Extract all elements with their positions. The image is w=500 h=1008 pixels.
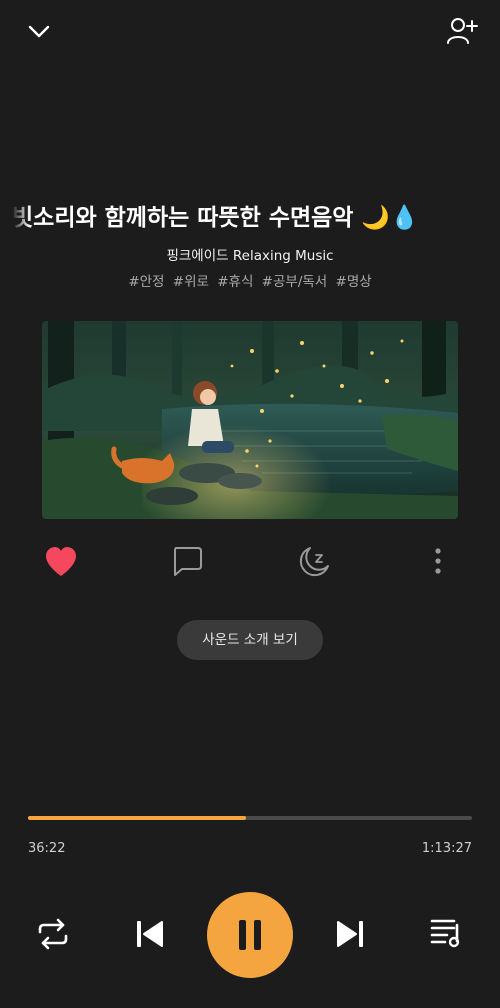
total-duration: 1:13:27 (421, 841, 472, 856)
sound-intro-button[interactable]: 사운드 소개 보기 (177, 620, 323, 660)
playlist-icon (430, 919, 460, 948)
comment-icon (174, 547, 202, 576)
chevron-down-icon (28, 25, 50, 38)
tag[interactable]: #공부/독서 (262, 274, 328, 290)
like-button[interactable] (44, 546, 78, 578)
more-button[interactable] (428, 546, 448, 578)
track-title-text: 빗소리와 함께하는 따뜻한 수면음악 🌙💧 (12, 205, 419, 231)
album-art (42, 321, 458, 519)
pause-button[interactable] (207, 892, 293, 978)
tag[interactable]: #위로 (173, 274, 209, 290)
comment-button[interactable] (170, 544, 204, 578)
tag[interactable]: #휴식 (217, 274, 253, 290)
playlist-button[interactable] (430, 917, 464, 949)
add-user-button[interactable] (446, 16, 478, 46)
skip-previous-icon (137, 921, 163, 947)
skip-next-icon (337, 921, 363, 947)
repeat-button[interactable] (36, 918, 70, 950)
sleep-timer-icon (299, 547, 329, 577)
more-vertical-icon (435, 548, 441, 574)
sleep-timer-button[interactable] (296, 544, 332, 580)
tag[interactable]: #안정 (128, 274, 164, 290)
next-button[interactable] (336, 919, 364, 949)
artist-name[interactable]: 핑크에이드 Relaxing Music (0, 244, 500, 264)
pause-icon (239, 920, 261, 950)
add-user-icon (447, 18, 478, 44)
collapse-button[interactable] (26, 18, 52, 44)
tag-list: #안정 #위로 #휴식 #공부/독서 #명상 (0, 270, 500, 290)
progress-fill (28, 816, 246, 820)
heart-icon (46, 547, 76, 576)
repeat-icon (38, 918, 68, 950)
tag[interactable]: #명상 (336, 274, 372, 290)
previous-button[interactable] (136, 919, 164, 949)
elapsed-time: 36:22 (28, 841, 66, 856)
track-title: 빗소리와 함께하는 따뜻한 수면음악 🌙💧 (0, 196, 500, 240)
